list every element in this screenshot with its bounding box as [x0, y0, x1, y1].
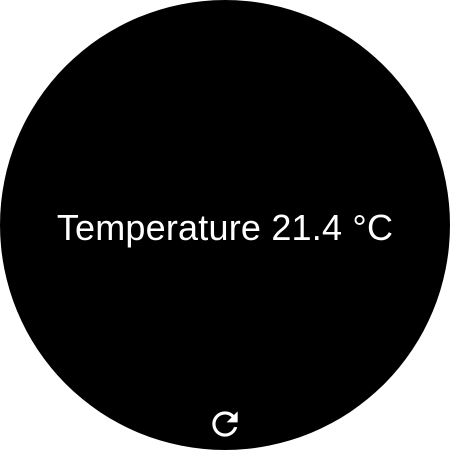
watch-face: Temperature 21.4 °C — [0, 0, 450, 450]
refresh-button[interactable] — [206, 405, 244, 443]
refresh-icon — [206, 405, 244, 443]
temperature-reading: Temperature 21.4 °C — [0, 205, 450, 251]
temperature-value: 21.4 — [271, 207, 343, 248]
temperature-unit: °C — [352, 207, 394, 248]
temperature-label: Temperature — [56, 207, 262, 248]
